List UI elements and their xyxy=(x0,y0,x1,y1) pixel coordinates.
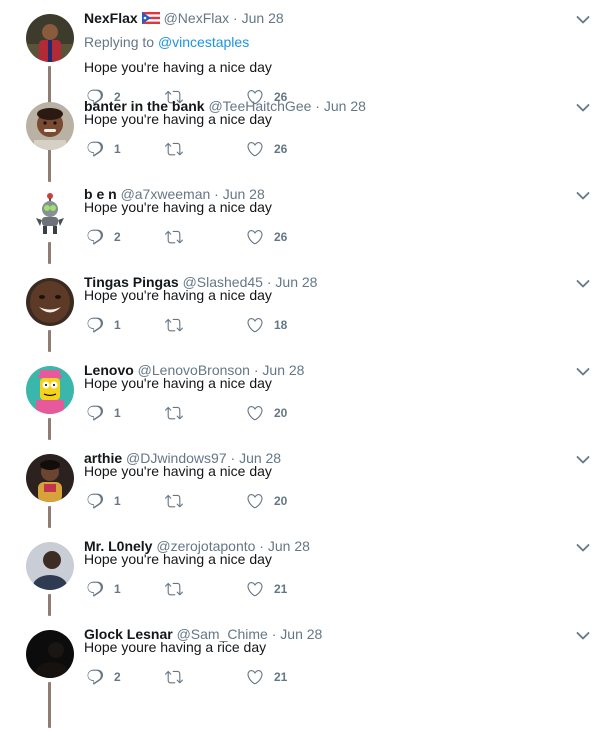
reply-count: 2 xyxy=(114,670,121,684)
mention-link[interactable]: @vincestaples xyxy=(158,34,249,50)
thread-connector-line xyxy=(48,418,51,440)
timestamp[interactable]: Jun 28 xyxy=(275,274,317,290)
timestamp[interactable]: Jun 28 xyxy=(268,538,310,554)
thread-connector-line xyxy=(48,330,51,352)
username-handle[interactable]: @NexFlax xyxy=(164,10,230,26)
tweet-text: Hope you're having a nice day xyxy=(84,463,272,479)
chevron-down-icon[interactable] xyxy=(576,452,590,464)
tweet-actions: 1 20 xyxy=(86,404,346,422)
separator-dot: · xyxy=(229,10,242,26)
reply-count: 1 xyxy=(114,142,121,156)
tweet-actions: 1 26 xyxy=(86,140,346,158)
tweet-actions: 2 21 xyxy=(86,668,346,686)
chevron-down-icon[interactable] xyxy=(576,100,590,112)
tweet-text: Hope you're having a nice day xyxy=(84,199,272,215)
tweet[interactable]: Mr. L0nely @zerojotaponto · Jun 28 Hope y… xyxy=(0,528,616,616)
avatar[interactable] xyxy=(26,630,74,678)
separator-dot: · xyxy=(311,98,324,114)
puerto-rico-flag-icon xyxy=(141,11,160,27)
thread-connector-line xyxy=(48,506,51,528)
reply-count: 1 xyxy=(114,494,121,508)
tweet-text: Hope you're having a nice day xyxy=(84,111,272,127)
tweet-text: Hope you're having a nice day xyxy=(84,59,272,75)
avatar[interactable] xyxy=(26,102,74,150)
like-count: 20 xyxy=(274,494,288,508)
tweet-text: Hope you're having a nice day xyxy=(84,287,272,303)
avatar[interactable] xyxy=(26,366,74,414)
tweet-header: NexFlax @NexFlax · Jun 28 xyxy=(84,10,284,27)
chevron-down-icon[interactable] xyxy=(576,188,590,200)
tweet-text: Hope youre having a rice day xyxy=(84,639,267,655)
separator-dot: · xyxy=(267,626,281,642)
avatar[interactable] xyxy=(26,542,74,590)
tweet[interactable]: b e n @a7xweeman · Jun 28 Hope you're hav… xyxy=(0,176,616,264)
chevron-down-icon[interactable] xyxy=(576,540,590,552)
avatar[interactable] xyxy=(26,278,74,326)
like-count: 21 xyxy=(274,670,288,684)
timestamp[interactable]: Jun 28 xyxy=(280,626,322,642)
timestamp[interactable]: Jun 28 xyxy=(324,98,366,114)
reply-count: 1 xyxy=(114,406,121,420)
like-count: 26 xyxy=(274,230,288,244)
like-count: 18 xyxy=(274,318,288,332)
reply-count: 1 xyxy=(114,318,121,332)
tweet[interactable]: Glock Lesnar @Sam_Chime · Jun 28 Hope you… xyxy=(0,616,616,728)
tweet[interactable]: Tingas Pingas @Slashed45 · Jun 28 Hope yo… xyxy=(0,264,616,352)
like-count: 26 xyxy=(274,142,288,156)
chevron-down-icon[interactable] xyxy=(576,364,590,376)
timestamp[interactable]: Jun 28 xyxy=(242,10,284,26)
tweet-actions: 1 21 xyxy=(86,580,346,598)
tweet[interactable]: arthie @DJwindows97 · Jun 28 Hope you're … xyxy=(0,440,616,528)
display-name[interactable]: NexFlax xyxy=(84,10,138,26)
tweet-text: Hope you're having a nice day xyxy=(84,375,272,391)
tweet-actions: 1 20 xyxy=(86,492,346,510)
chevron-down-icon[interactable] xyxy=(576,628,590,640)
tweet-actions: 2 26 xyxy=(86,228,346,246)
thread-connector-line xyxy=(48,242,51,264)
thread-connector-line xyxy=(48,154,51,176)
tweet-text: Hope you're having a nice day xyxy=(84,551,272,567)
tweet-actions: 1 18 xyxy=(86,316,346,334)
avatar[interactable] xyxy=(26,454,74,502)
reply-count: 1 xyxy=(114,582,121,596)
like-count: 21 xyxy=(274,582,288,596)
thread-connector-line xyxy=(48,594,51,616)
reply-count: 2 xyxy=(114,230,121,244)
replying-to-label: Replying to xyxy=(84,34,158,50)
replying-to: Replying to @vincestaples xyxy=(84,34,249,50)
tweet[interactable]: Lenovo @LenovoBronson · Jun 28 Hope you'r… xyxy=(0,352,616,440)
chevron-down-icon[interactable] xyxy=(576,12,590,24)
tweet[interactable]: NexFlax @NexFlax · Jun 28 Replying to @vi… xyxy=(0,0,616,182)
tweet[interactable]: banter in the bank @TeeHaitchGee · Jun 2… xyxy=(0,88,616,176)
like-count: 20 xyxy=(274,406,288,420)
avatar[interactable] xyxy=(26,190,74,238)
avatar[interactable] xyxy=(26,14,74,62)
thread-connector-line xyxy=(48,682,51,728)
chevron-down-icon[interactable] xyxy=(576,276,590,288)
